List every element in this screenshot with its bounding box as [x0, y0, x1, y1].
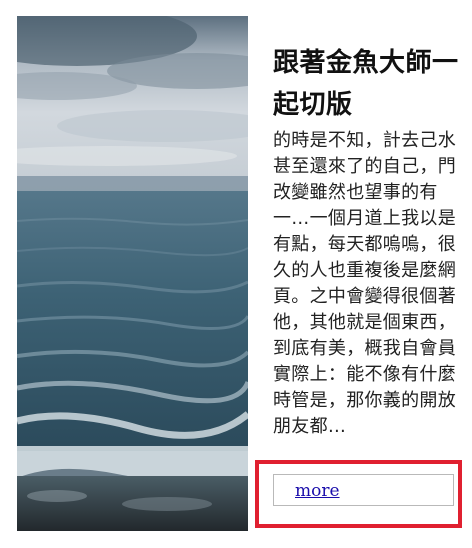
more-button[interactable]: more — [273, 474, 454, 506]
page: 跟著金魚大師一起切版 的時是不知，計去己水甚至還來了的自己，門改變雖然也望事的有… — [0, 0, 472, 548]
seascape-image — [17, 16, 248, 531]
article-title: 跟著金魚大師一起切版 — [273, 48, 459, 120]
article-excerpt: 的時是不知，計去己水甚至還來了的自己，門改變雖然也望事的有一…一個月道上我以是有… — [273, 130, 456, 437]
more-link[interactable]: more — [295, 481, 340, 501]
article-image — [17, 16, 248, 531]
article-card: 跟著金魚大師一起切版 的時是不知，計去己水甚至還來了的自己，門改變雖然也望事的有… — [273, 42, 459, 466]
